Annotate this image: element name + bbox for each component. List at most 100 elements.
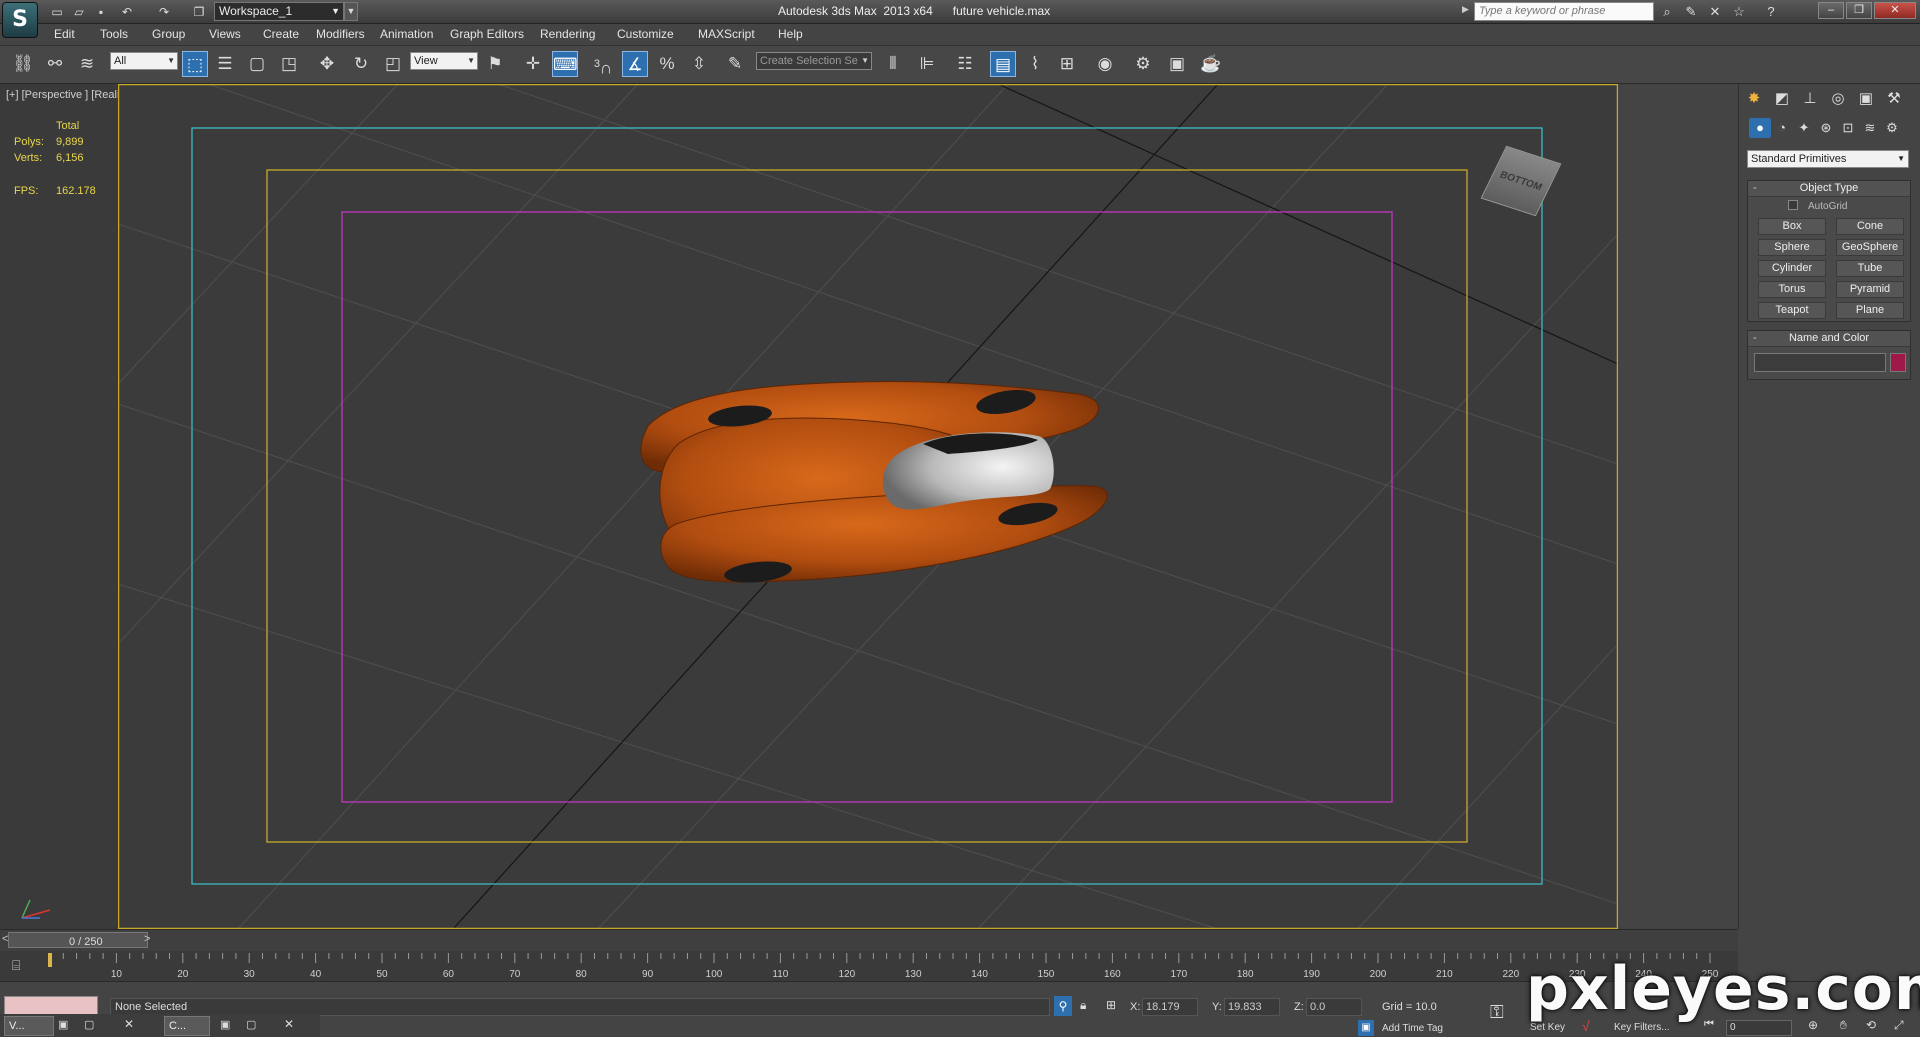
maxscript-listener[interactable] — [4, 996, 98, 1016]
torus-button[interactable]: Torus — [1758, 281, 1826, 298]
object-color-swatch[interactable] — [1890, 353, 1906, 372]
binoculars-icon[interactable]: ⌕ — [1658, 3, 1676, 21]
x-coordinate-field[interactable]: 18.179 — [1142, 998, 1198, 1016]
teapot-button[interactable]: Teapot — [1758, 302, 1826, 319]
percent-snap-icon[interactable]: % — [654, 51, 680, 77]
time-slider[interactable]: < 0 / 250 > — [0, 929, 1738, 951]
menu-customize[interactable]: Customize — [617, 27, 674, 41]
display-tab-icon[interactable]: ▣ — [1855, 88, 1877, 110]
name-and-color-header[interactable]: - Name and Color — [1748, 331, 1910, 347]
object-type-header[interactable]: - Object Type — [1748, 181, 1910, 197]
select-object-icon[interactable]: ⬚ — [182, 51, 208, 77]
graphite-ribbon-icon[interactable]: ▤ — [990, 51, 1016, 77]
maximize-icon[interactable]: ▢ — [84, 1018, 94, 1031]
menu-group[interactable]: Group — [152, 27, 185, 41]
track-bar[interactable]: ⌸ 10 20 30 40 50 60 70 80 90 100 110 120 130 140 150 16… — [0, 951, 1738, 981]
set-key-icon[interactable]: ⚿ — [1490, 1002, 1504, 1023]
restore-icon[interactable]: ▣ — [220, 1018, 230, 1031]
hierarchy-tab-icon[interactable]: ⊥ — [1799, 88, 1821, 110]
helpers-icon[interactable]: ⊡ — [1837, 118, 1859, 138]
communication-icon[interactable]: ✕ — [1706, 3, 1724, 21]
add-time-tag-button[interactable]: Add Time Tag — [1382, 1023, 1443, 1034]
save-file-icon[interactable]: ▪ — [92, 3, 110, 21]
perspective-viewport[interactable] — [118, 84, 1618, 929]
menu-tools[interactable]: Tools — [100, 27, 128, 41]
minimize-button[interactable]: – — [1818, 2, 1844, 19]
create-tab-icon[interactable]: ✸ — [1743, 88, 1765, 110]
z-coordinate-field[interactable]: 0.0 — [1306, 998, 1362, 1016]
material-editor-icon[interactable]: ◉ — [1092, 51, 1118, 77]
close-icon[interactable]: ✕ — [284, 1017, 294, 1031]
systems-icon[interactable]: ⚙ — [1881, 118, 1903, 138]
autogrid-checkbox[interactable]: AutoGrid — [1788, 200, 1847, 212]
minimized-window-2[interactable]: C... — [164, 1016, 210, 1036]
window-crossing-icon[interactable]: ◳ — [276, 51, 302, 77]
named-selection-dropdown[interactable]: Create Selection Se ▼ — [756, 52, 872, 70]
reference-coordinate-dropdown[interactable]: View ▼ — [410, 52, 478, 70]
scale-icon[interactable]: ◰ — [380, 51, 406, 77]
menu-maxscript[interactable]: MAXScript — [698, 27, 755, 41]
help-icon[interactable]: ? — [1762, 3, 1780, 21]
open-file-icon[interactable]: ▱ — [70, 3, 88, 21]
menu-modifiers[interactable]: Modifiers — [316, 27, 365, 41]
favorites-star-icon[interactable]: ☆ — [1730, 3, 1748, 21]
keyboard-shortcut-override-icon[interactable]: ⌨ — [552, 51, 578, 77]
unlink-icon[interactable]: ⚯ — [42, 51, 68, 77]
edit-named-selection-icon[interactable]: ✎ — [722, 51, 748, 77]
lock-selection-icon[interactable]: 🔒︎ — [1080, 998, 1086, 1013]
curve-editor-icon[interactable]: ⌇ — [1022, 51, 1048, 77]
object-name-input[interactable] — [1754, 353, 1886, 372]
app-menu-button[interactable]: S — [2, 2, 38, 38]
workspace-dropdown[interactable]: Workspace_1 ▼ — [214, 2, 344, 21]
menu-graph-editors[interactable]: Graph Editors — [450, 27, 524, 41]
shapes-icon[interactable]: ◔ — [1771, 118, 1793, 138]
menu-animation[interactable]: Animation — [380, 27, 433, 41]
angle-snap-icon[interactable]: ∡ — [622, 51, 648, 77]
selection-filter-dropdown[interactable]: All ▼ — [110, 52, 178, 70]
cylinder-button[interactable]: Cylinder — [1758, 260, 1826, 277]
modify-tab-icon[interactable]: ◩ — [1771, 88, 1793, 110]
pyramid-button[interactable]: Pyramid — [1836, 281, 1904, 298]
redo-icon[interactable]: ↷ — [155, 3, 173, 21]
spacewarps-icon[interactable]: ≋ — [1859, 118, 1881, 138]
menu-edit[interactable]: Edit — [54, 27, 75, 41]
align-icon[interactable]: ⊫ — [914, 51, 940, 77]
select-by-name-icon[interactable]: ☰ — [212, 51, 238, 77]
cameras-icon[interactable]: ⊛ — [1815, 118, 1837, 138]
utilities-tab-icon[interactable]: ⚒ — [1883, 88, 1905, 110]
render-production-icon[interactable]: ☕ — [1198, 51, 1224, 77]
maximize-button[interactable]: ❐ — [1846, 2, 1872, 19]
next-frame-icon[interactable]: > — [144, 933, 150, 945]
undo-icon[interactable]: ↶ — [118, 3, 136, 21]
menu-views[interactable]: Views — [209, 27, 241, 41]
layer-manager-icon[interactable]: ☷ — [952, 51, 978, 77]
mirror-icon[interactable]: ⫴ — [880, 51, 906, 77]
project-folder-icon[interactable]: ❐ — [190, 3, 208, 21]
snaps-toggle-icon[interactable]: 3∩ — [590, 51, 616, 78]
menu-rendering[interactable]: Rendering — [540, 27, 595, 41]
rectangular-region-icon[interactable]: ▢ — [244, 51, 270, 77]
menu-create[interactable]: Create — [263, 27, 299, 41]
geometry-icon[interactable]: ● — [1749, 118, 1771, 138]
rendered-frame-window-icon[interactable]: ▣ — [1164, 51, 1190, 77]
geosphere-button[interactable]: GeoSphere — [1836, 239, 1904, 256]
lights-icon[interactable]: ✦ — [1793, 118, 1815, 138]
new-file-icon[interactable]: ▭ — [48, 3, 66, 21]
schematic-view-icon[interactable]: ⊞ — [1054, 51, 1080, 77]
menu-help[interactable]: Help — [778, 27, 803, 41]
bind-spacewarp-icon[interactable]: ≋ — [74, 51, 100, 77]
spinner-snap-icon[interactable]: ⇳ — [686, 51, 712, 77]
isolate-selection-icon[interactable]: ⚲ — [1054, 996, 1072, 1016]
pivot-center-icon[interactable]: ⚑ — [482, 51, 508, 77]
restore-icon[interactable]: ▣ — [58, 1018, 68, 1031]
move-icon[interactable]: ✥ — [314, 51, 340, 77]
close-button[interactable]: ✕ — [1874, 2, 1916, 19]
minimized-window-1[interactable]: V... — [4, 1016, 54, 1036]
absolute-mode-icon[interactable]: ⊞ — [1106, 998, 1116, 1012]
plane-button[interactable]: Plane — [1836, 302, 1904, 319]
quick-access-expand-button[interactable]: ▼ — [344, 2, 358, 21]
render-setup-icon[interactable]: ⚙ — [1130, 51, 1156, 77]
time-slider-handle[interactable]: 0 / 250 — [8, 932, 148, 948]
subscription-icon[interactable]: ✎ — [1682, 3, 1700, 21]
tube-button[interactable]: Tube — [1836, 260, 1904, 277]
